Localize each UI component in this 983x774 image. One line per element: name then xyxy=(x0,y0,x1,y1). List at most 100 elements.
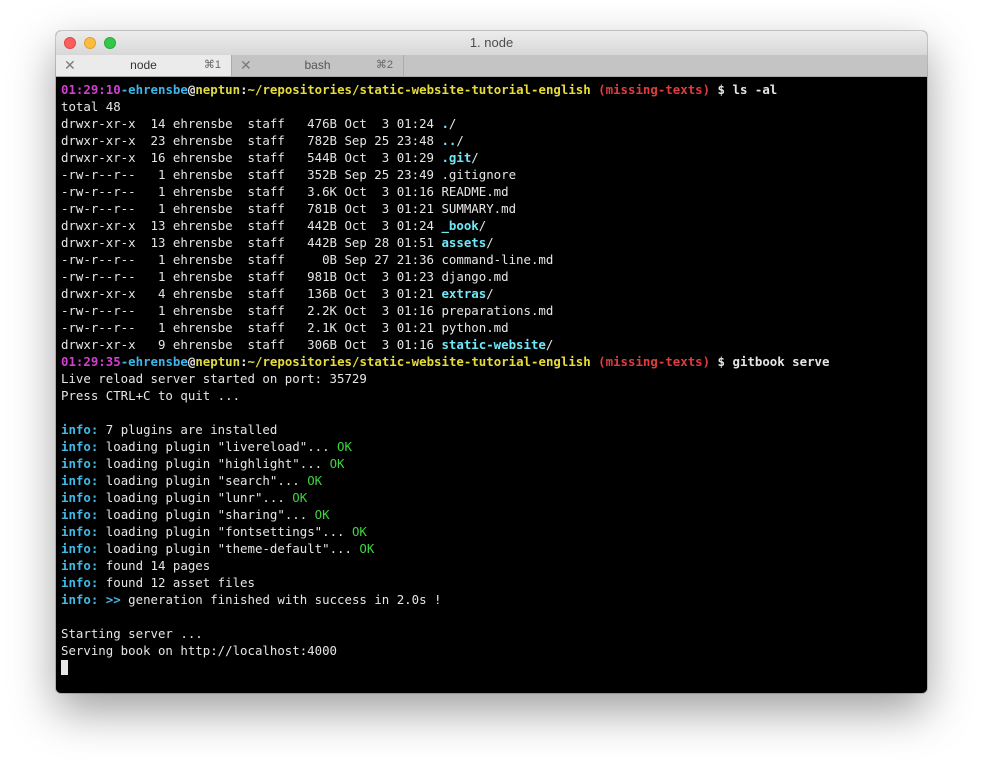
info-prefix: info: xyxy=(61,422,99,437)
info-line: info: loading plugin "livereload"... OK xyxy=(61,438,927,455)
ls-row-meta: -rw-r--r-- 1 ehrensbe staff 3.6K Oct 3 0… xyxy=(61,184,442,199)
ls-row-dirname: static-website xyxy=(441,337,546,352)
ls-row-filename: django.md xyxy=(441,269,509,284)
info-ok-status: OK xyxy=(337,439,352,454)
prompt-command: gitbook serve xyxy=(732,354,830,369)
prompt-time: 01:29:10 xyxy=(61,82,121,97)
ls-row-suffix: / xyxy=(456,133,464,148)
ls-row: drwxr-xr-x 13 ehrensbe staff 442B Sep 28… xyxy=(61,234,927,251)
ls-row-meta: -rw-r--r-- 1 ehrensbe staff 2.1K Oct 3 0… xyxy=(61,320,442,335)
ls-row-meta: drwxr-xr-x 14 ehrensbe staff 476B Oct 3 … xyxy=(61,116,442,131)
terminal-window: 1. node ✕ node ⌘1 ✕ bash ⌘2 01:29:10-ehr… xyxy=(56,31,927,693)
info-ok-status: OK xyxy=(307,473,323,488)
generation-arrow: >> xyxy=(105,592,121,607)
info-line: info: >> generation finished with succes… xyxy=(61,591,927,608)
ls-row-dirname: extras xyxy=(441,286,487,301)
title-bar[interactable]: 1. node xyxy=(56,31,927,56)
ls-row-filename: .gitignore xyxy=(441,167,517,182)
info-prefix: info: xyxy=(61,524,99,539)
info-ok-status: OK xyxy=(351,524,367,539)
info-ok-status: OK xyxy=(314,507,330,522)
ls-row-suffix: / xyxy=(448,116,457,131)
info-line: info: loading plugin "highlight"... OK xyxy=(61,455,927,472)
ls-row-suffix: / xyxy=(486,235,494,250)
tab-bash[interactable]: ✕ bash ⌘2 xyxy=(232,55,404,76)
prompt-separator: : xyxy=(240,82,248,97)
generation-text: generation finished with success in 2.0s… xyxy=(120,592,442,607)
ls-row: -rw-r--r-- 1 ehrensbe staff 981B Oct 3 0… xyxy=(61,268,927,285)
prompt-dollar: $ xyxy=(717,354,726,369)
info-prefix: info: xyxy=(61,439,99,454)
terminal-output[interactable]: 01:29:10-ehrensbe@neptun:~/repositories/… xyxy=(56,78,927,693)
info-text: loading plugin "search"... xyxy=(105,473,308,488)
info-line: info: loading plugin "search"... OK xyxy=(61,472,927,489)
tab-shortcut: ⌘1 xyxy=(203,59,221,71)
ls-row: drwxr-xr-x 13 ehrensbe staff 442B Oct 3 … xyxy=(61,217,927,234)
ls-row: drwxr-xr-x 9 ehrensbe staff 306B Oct 3 0… xyxy=(61,336,927,353)
ls-row-meta: drwxr-xr-x 9 ehrensbe staff 306B Oct 3 0… xyxy=(61,337,442,352)
info-ok-status: OK xyxy=(292,490,308,505)
ls-row-dirname: .. xyxy=(441,133,457,148)
prompt-line: 01:29:10-ehrensbe@neptun:~/repositories/… xyxy=(61,81,927,98)
ls-row-suffix: / xyxy=(471,150,479,165)
prompt-branch: (missing-texts) xyxy=(598,354,711,369)
ls-row-suffix: / xyxy=(545,337,554,352)
info-prefix: info: xyxy=(61,507,99,522)
ls-total: total 48 xyxy=(61,99,121,114)
prompt-line: 01:29:35-ehrensbe@neptun:~/repositories/… xyxy=(61,353,927,370)
prompt-host: neptun xyxy=(195,354,241,369)
info-log: info: 7 plugins are installed info: loadi… xyxy=(61,421,927,591)
serving-book-line: Serving book on http://localhost:4000 xyxy=(61,643,338,658)
ls-row: drwxr-xr-x 4 ehrensbe staff 136B Oct 3 0… xyxy=(61,285,927,302)
ls-listing: drwxr-xr-x 14 ehrensbe staff 476B Oct 3 … xyxy=(61,115,927,353)
prompt-path: ~/repositories/static-website-tutorial-e… xyxy=(247,82,591,97)
info-prefix: info: xyxy=(61,456,99,471)
ls-row: drwxr-xr-x 23 ehrensbe staff 782B Sep 25… xyxy=(61,132,927,149)
info-text: loading plugin "livereload"... xyxy=(105,439,338,454)
prompt-host: neptun xyxy=(195,82,241,97)
ls-row-meta: -rw-r--r-- 1 ehrensbe staff 0B Sep 27 21… xyxy=(61,252,442,267)
ls-row-meta: -rw-r--r-- 1 ehrensbe staff 2.2K Oct 3 0… xyxy=(61,303,442,318)
ls-row-meta: drwxr-xr-x 13 ehrensbe staff 442B Sep 28… xyxy=(61,235,442,250)
info-line: info: 7 plugins are installed xyxy=(61,421,927,438)
info-line: info: loading plugin "fontsettings"... O… xyxy=(61,523,927,540)
terminal-cursor xyxy=(61,660,68,675)
prompt-time: 01:29:35 xyxy=(61,354,121,369)
tab-bar: ✕ node ⌘1 ✕ bash ⌘2 xyxy=(56,55,927,77)
info-line: info: found 12 asset files xyxy=(61,574,927,591)
info-prefix: info: xyxy=(61,473,99,488)
quit-hint-line: Press CTRL+C to quit ... xyxy=(61,388,241,403)
ls-row-meta: -rw-r--r-- 1 ehrensbe staff 981B Oct 3 0… xyxy=(61,269,442,284)
info-text: 7 plugins are installed xyxy=(105,422,278,437)
info-text: found 14 pages xyxy=(105,558,211,573)
ls-row-filename: command-line.md xyxy=(441,252,554,267)
tab-node[interactable]: ✕ node ⌘1 xyxy=(56,55,232,76)
info-line: info: found 14 pages xyxy=(61,557,927,574)
info-text: loading plugin "fontsettings"... xyxy=(105,524,352,539)
cursor-line xyxy=(61,659,927,676)
starting-server-line: Starting server ... xyxy=(61,626,203,641)
live-reload-line: Live reload server started on port: 3572… xyxy=(61,371,367,386)
info-prefix: info: xyxy=(61,541,99,556)
info-text: loading plugin "theme-default"... xyxy=(105,541,360,556)
ls-row: drwxr-xr-x 14 ehrensbe staff 476B Oct 3 … xyxy=(61,115,927,132)
prompt-user: ehrensbe xyxy=(128,354,188,369)
ls-row-dirname: . xyxy=(441,116,449,131)
ls-row: -rw-r--r-- 1 ehrensbe staff 0B Sep 27 21… xyxy=(61,251,927,268)
ls-row-meta: drwxr-xr-x 4 ehrensbe staff 136B Oct 3 0… xyxy=(61,286,442,301)
info-prefix: info: xyxy=(61,490,99,505)
ls-row-meta: drwxr-xr-x 16 ehrensbe staff 544B Oct 3 … xyxy=(61,150,442,165)
ls-row: -rw-r--r-- 1 ehrensbe staff 352B Sep 25 … xyxy=(61,166,927,183)
prompt-path: ~/repositories/static-website-tutorial-e… xyxy=(247,354,591,369)
ls-row-meta: drwxr-xr-x 23 ehrensbe staff 782B Sep 25… xyxy=(61,133,442,148)
info-line: info: loading plugin "theme-default"... … xyxy=(61,540,927,557)
ls-row-meta: drwxr-xr-x 13 ehrensbe staff 442B Oct 3 … xyxy=(61,218,442,233)
info-text: loading plugin "lunr"... xyxy=(105,490,293,505)
ls-row-filename: README.md xyxy=(441,184,509,199)
ls-row-filename: SUMMARY.md xyxy=(441,201,517,216)
prompt-user: ehrensbe xyxy=(128,82,188,97)
info-line: info: loading plugin "lunr"... OK xyxy=(61,489,927,506)
prompt-separator: : xyxy=(240,354,248,369)
ls-row-dirname: _book xyxy=(441,218,479,233)
